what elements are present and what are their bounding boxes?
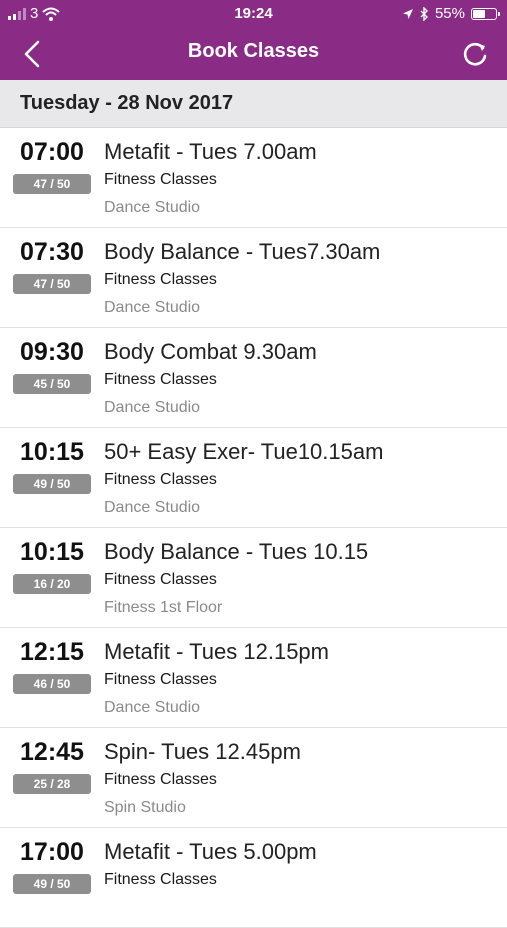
nav-bar: Book Classes (0, 28, 507, 80)
status-bar-right: 55% (402, 5, 500, 22)
spaces-badge: 16 / 20 (13, 574, 91, 594)
class-category: Fitness Classes (104, 171, 217, 188)
refresh-icon (463, 42, 487, 66)
battery-level (473, 9, 485, 18)
date-label: Tuesday - 28 Nov 2017 (20, 92, 234, 114)
class-category: Fitness Classes (104, 871, 217, 888)
app-header: 3 19:24 55% Book Classes (0, 0, 507, 80)
class-row[interactable]: 10:15 16 / 20 Body Balance - Tues 10.15 Fit… (0, 528, 507, 628)
class-name: Body Balance - Tues 10.15 (104, 539, 369, 564)
class-location: Dance Studio (104, 299, 201, 316)
class-list: 07:00 47 / 50 Metafit - Tues 7.00am Fitness… (0, 128, 507, 928)
class-location: Dance Studio (104, 699, 201, 716)
spaces-badge: 47 / 50 (13, 274, 91, 294)
class-row[interactable]: 09:30 45 / 50 Body Combat 9.30am Fitness Cl… (0, 328, 507, 428)
class-time: 12:15 (20, 638, 84, 666)
class-category: Fitness Classes (104, 671, 217, 688)
class-name: 50+ Easy Exer- Tue10.15am (104, 439, 384, 464)
class-row[interactable]: 07:00 47 / 50 Metafit - Tues 7.00am Fitness… (0, 128, 507, 228)
spaces-badge: 49 / 50 (13, 874, 91, 894)
class-location: Fitness 1st Floor (104, 599, 223, 616)
class-time: 07:00 (20, 138, 84, 166)
class-location: Dance Studio (104, 399, 201, 416)
class-category: Fitness Classes (104, 571, 217, 588)
location-arrow-icon (402, 8, 413, 19)
class-category: Fitness Classes (104, 771, 217, 788)
date-header: Tuesday - 28 Nov 2017 (0, 80, 507, 128)
class-name: Metafit - Tues 5.00pm (104, 839, 317, 864)
spaces-badge: 47 / 50 (13, 174, 91, 194)
class-location: Spin Studio (104, 799, 186, 816)
battery-icon (471, 7, 500, 20)
class-category: Fitness Classes (104, 271, 217, 288)
page-title: Book Classes (187, 40, 320, 62)
refresh-button[interactable] (457, 36, 493, 72)
spaces-badge: 49 / 50 (13, 474, 91, 494)
class-category: Fitness Classes (104, 371, 217, 388)
class-row[interactable]: 10:15 49 / 50 50+ Easy Exer- Tue10.15am Fit… (0, 428, 507, 528)
class-row[interactable]: 12:45 25 / 28 Spin- Tues 12.45pm Fitness Cl… (0, 728, 507, 828)
battery-percent: 55% (434, 5, 465, 22)
class-time: 10:15 (20, 438, 84, 466)
class-time: 12:45 (20, 738, 84, 766)
spaces-badge: 46 / 50 (13, 674, 91, 694)
status-bar: 3 19:24 55% (0, 0, 507, 28)
class-name: Metafit - Tues 7.00am (104, 139, 317, 164)
class-category: Fitness Classes (104, 471, 217, 488)
spaces-badge: 25 / 28 (13, 774, 91, 794)
class-row[interactable]: 17:00 49 / 50 Metafit - Tues 5.00pm Fitness… (0, 828, 507, 928)
class-time: 17:00 (20, 838, 84, 866)
class-location: Dance Studio (104, 499, 201, 516)
class-location: Dance Studio (104, 199, 201, 216)
class-name: Body Combat 9.30am (104, 339, 317, 364)
class-row[interactable]: 07:30 47 / 50 Body Balance - Tues7.30am Fit… (0, 228, 507, 328)
class-name: Metafit - Tues 12.15pm (104, 639, 329, 664)
class-name: Spin- Tues 12.45pm (104, 739, 301, 764)
spaces-badge: 45 / 50 (13, 374, 91, 394)
class-time: 10:15 (20, 538, 84, 566)
class-name: Body Balance - Tues7.30am (104, 239, 381, 264)
class-time: 07:30 (20, 238, 84, 266)
class-row[interactable]: 12:15 46 / 50 Metafit - Tues 12.15pm Fitnes… (0, 628, 507, 728)
class-time: 09:30 (20, 338, 84, 366)
bluetooth-icon (420, 6, 428, 21)
